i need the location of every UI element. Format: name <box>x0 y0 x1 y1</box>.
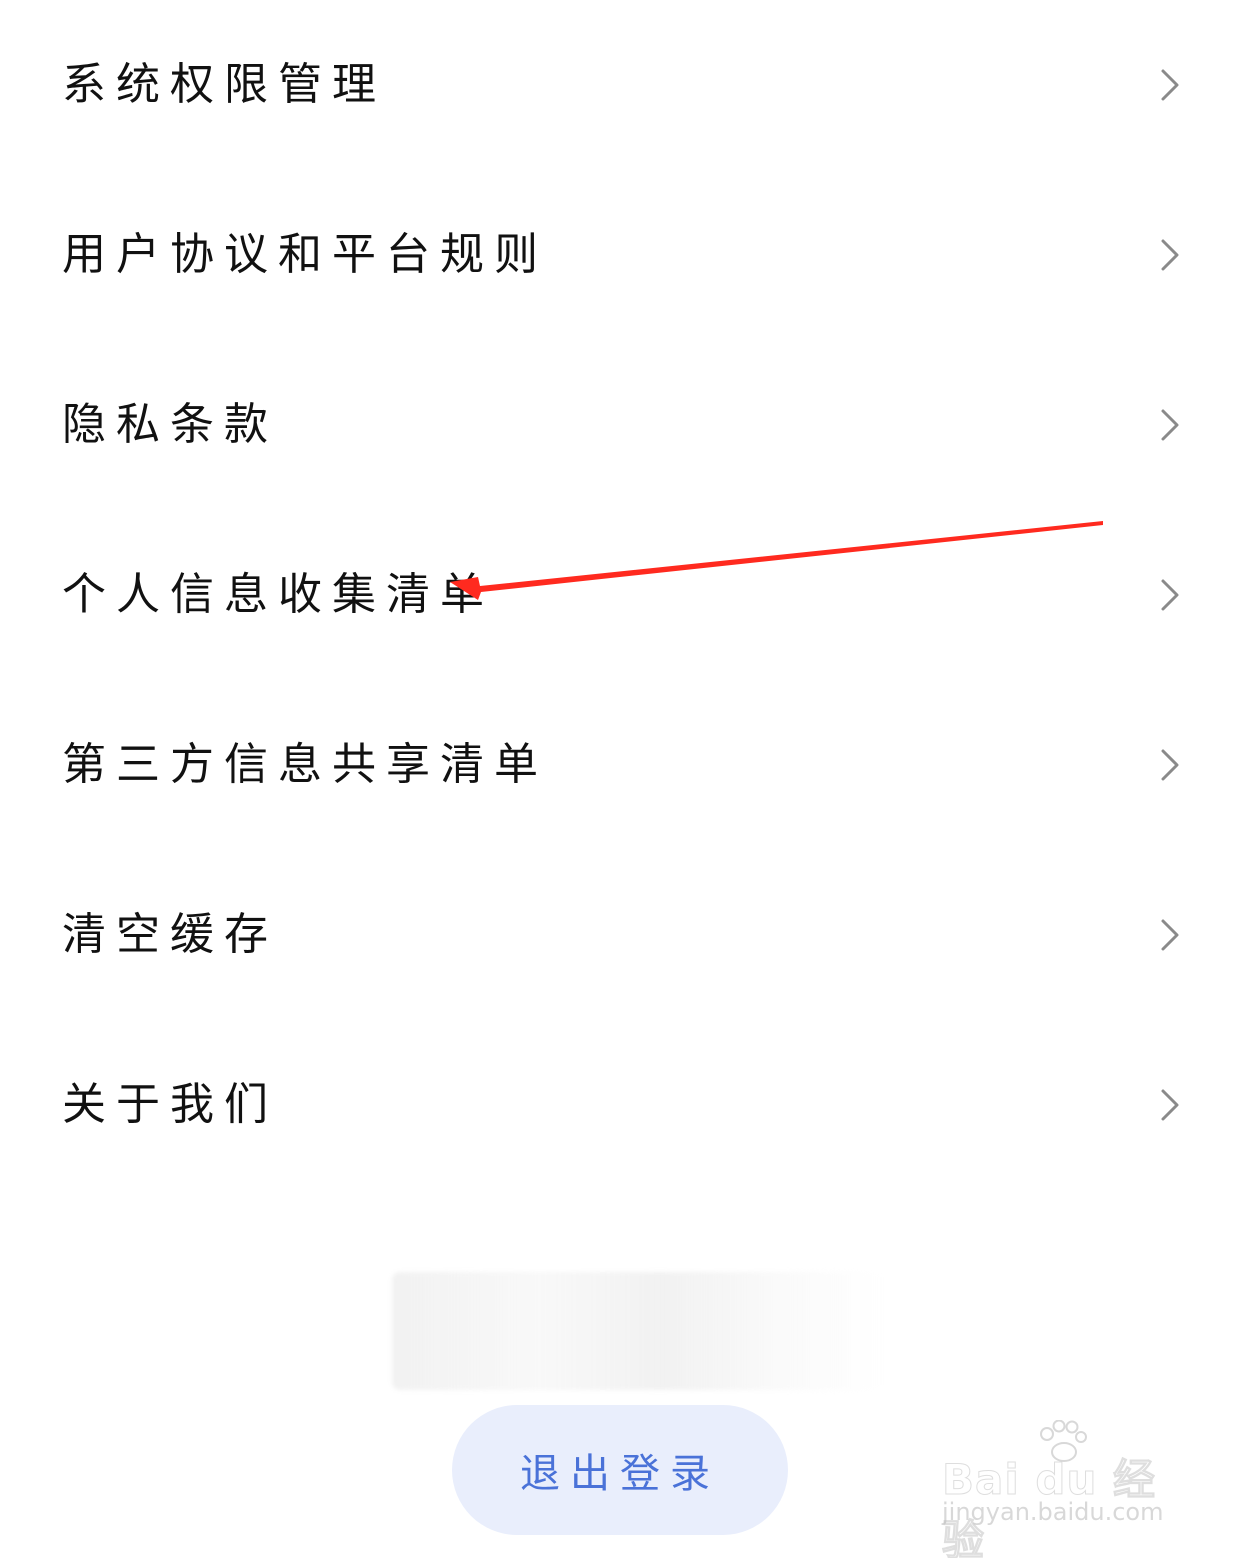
menu-item-user-agreement[interactable]: 用户协议和平台规则 <box>0 170 1240 340</box>
settings-screen: 系统权限管理 用户协议和平台规则 隐私条款 个人信息收集清单 第三方信息共享清单 <box>0 0 1240 1558</box>
menu-item-label: 系统权限管理 <box>62 59 386 110</box>
chevron-right-icon <box>1158 67 1182 103</box>
menu-item-label: 个人信息收集清单 <box>62 569 494 620</box>
chevron-right-icon <box>1158 747 1182 783</box>
watermark-brand: Bai du 经验 <box>942 1455 1156 1558</box>
settings-menu-list: 系统权限管理 用户协议和平台规则 隐私条款 个人信息收集清单 第三方信息共享清单 <box>0 0 1240 1190</box>
watermark-url: jingyan.baidu.com <box>942 1498 1164 1526</box>
logout-button[interactable]: 退出登录 <box>452 1405 788 1535</box>
chevron-right-icon <box>1158 407 1182 443</box>
chevron-right-icon <box>1158 917 1182 953</box>
menu-item-label: 隐私条款 <box>62 399 278 450</box>
chevron-right-icon <box>1158 1087 1182 1123</box>
menu-item-label: 关于我们 <box>62 1079 278 1130</box>
baidu-jingyan-watermark: Bai du 经验 jingyan.baidu.com <box>942 1420 1172 1558</box>
menu-item-system-permissions[interactable]: 系统权限管理 <box>0 0 1240 170</box>
menu-item-label: 清空缓存 <box>62 909 278 960</box>
menu-item-about-us[interactable]: 关于我们 <box>0 1020 1240 1190</box>
menu-item-privacy-policy[interactable]: 隐私条款 <box>0 340 1240 510</box>
menu-item-personal-info-list[interactable]: 个人信息收集清单 <box>0 510 1240 680</box>
menu-item-clear-cache[interactable]: 清空缓存 <box>0 850 1240 1020</box>
chevron-right-icon <box>1158 577 1182 613</box>
paw-logo-icon <box>1040 1420 1087 1462</box>
menu-item-label: 第三方信息共享清单 <box>62 739 548 790</box>
chevron-right-icon <box>1158 237 1182 273</box>
redacted-region <box>392 1272 882 1390</box>
menu-item-third-party-sharing-list[interactable]: 第三方信息共享清单 <box>0 680 1240 850</box>
menu-item-label: 用户协议和平台规则 <box>62 229 548 280</box>
